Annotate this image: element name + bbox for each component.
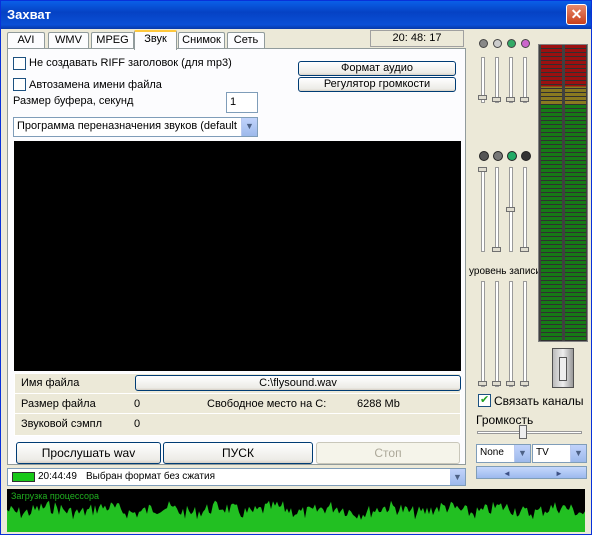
checkmark-icon: ✔	[480, 394, 490, 406]
clock-display: 20: 48: 17	[370, 30, 464, 47]
link-knob-handle	[559, 357, 567, 381]
slider-knob[interactable]	[520, 247, 529, 252]
file-info-box: Имя файла C:\flysound.wav Размер файла 0…	[14, 373, 461, 436]
filename-row: Имя файла C:\flysound.wav	[15, 374, 461, 394]
listen-wav-button[interactable]: Прослушать wav	[16, 442, 161, 464]
filesize-label: Размер файла	[21, 398, 96, 410]
sound-mapper-value: Программа переназначения звуков (default	[17, 120, 237, 132]
status-indicator	[12, 472, 35, 482]
audio-format-button[interactable]: Формат аудио	[298, 61, 456, 76]
link-channels-label: Связать каналы	[494, 394, 584, 408]
source-select-1-value: None	[480, 447, 504, 458]
sound-mapper-select[interactable]: Программа переназначения звуков (default…	[13, 117, 258, 137]
slider-knob[interactable]	[506, 381, 515, 386]
tab-sound[interactable]: Звук	[134, 30, 177, 50]
samples-row: Звуковой сэмпл 0	[15, 415, 460, 435]
cpu-load-label: Загрузка процессора	[11, 491, 99, 501]
mixer-channel-icon	[493, 151, 503, 161]
chevron-down-icon: ▼	[514, 445, 530, 462]
input-slider[interactable]	[495, 167, 499, 252]
autoreplace-checkbox[interactable]	[13, 78, 26, 91]
status-time: 20:44:49	[38, 471, 77, 482]
slider-knob[interactable]	[506, 97, 515, 102]
tab-network[interactable]: Сеть	[227, 32, 265, 49]
capture-window: Захват ✕ AVI WMV MPEG Звук Снимок Сеть 2…	[0, 0, 592, 535]
record-slider[interactable]	[523, 281, 527, 387]
master-volume-slider[interactable]	[477, 431, 582, 434]
mixer-channel-icon	[521, 151, 531, 161]
slider-knob[interactable]	[478, 381, 487, 386]
slider-knob[interactable]	[492, 247, 501, 252]
link-channels-checkbox[interactable]: ✔	[478, 394, 491, 407]
source-select-2-value: TV	[536, 447, 549, 458]
title-bar: Захват ✕	[1, 1, 591, 29]
scroll-bar[interactable]: ◄ ►	[476, 466, 587, 479]
record-level-label: уровень записи	[469, 266, 542, 277]
samples-label: Звуковой сэмпл	[21, 418, 103, 430]
chevron-down-icon[interactable]: ▼	[450, 469, 465, 485]
close-button[interactable]: ✕	[566, 4, 587, 25]
mixer-channel-icon	[507, 39, 516, 48]
vu-left-channel	[541, 45, 562, 341]
filename-label: Имя файла	[21, 377, 80, 389]
record-slider[interactable]	[509, 281, 513, 387]
no-riff-label: Не создавать RIFF заголовок (для mp3)	[29, 57, 232, 69]
link-knob[interactable]	[552, 348, 574, 388]
tab-avi[interactable]: AVI	[7, 32, 45, 49]
chevron-down-icon: ▼	[570, 445, 586, 462]
slider-knob[interactable]	[492, 97, 501, 102]
sound-tab-panel: Не создавать RIFF заголовок (для mp3) Ав…	[7, 48, 466, 465]
no-riff-checkbox[interactable]	[13, 57, 26, 70]
video-preview	[14, 141, 461, 371]
start-button[interactable]: ПУСК	[163, 442, 313, 464]
input-slider[interactable]	[481, 167, 485, 252]
window-title: Захват	[7, 7, 52, 22]
source-select-2[interactable]: TV ▼	[532, 444, 587, 463]
autoreplace-label: Автозамена имени файла	[29, 79, 162, 91]
stop-button[interactable]: Стоп	[316, 442, 460, 464]
freespace-value: 6288 Mb	[357, 398, 400, 410]
tab-mpeg[interactable]: MPEG	[91, 32, 134, 49]
slider-knob[interactable]	[520, 381, 529, 386]
tab-snapshot[interactable]: Снимок	[178, 32, 225, 49]
slider-knob[interactable]	[478, 95, 487, 100]
filesize-row: Размер файла 0 Свободное место на C: 628…	[15, 394, 460, 414]
cpu-load-graph: Загрузка процессора	[7, 489, 585, 532]
volume-control-button[interactable]: Регулятор громкости	[298, 77, 456, 92]
slider-knob[interactable]	[520, 97, 529, 102]
filesize-value: 0	[134, 398, 141, 410]
arrow-left-icon[interactable]: ◄	[503, 467, 511, 480]
slider-knob[interactable]	[478, 167, 487, 172]
freespace-label: Свободное место на C:	[207, 398, 327, 410]
mixer-channel-icon	[479, 39, 488, 48]
master-volume-knob[interactable]	[519, 425, 527, 439]
arrow-right-icon[interactable]: ►	[555, 467, 563, 480]
tab-wmv[interactable]: WMV	[48, 32, 89, 49]
buffer-label: Размер буфера, секунд	[13, 95, 134, 107]
source-select-1[interactable]: None ▼	[476, 444, 531, 463]
mixer-channel-icon	[521, 39, 530, 48]
status-bar[interactable]: 20:44:49 Выбран формат без сжатия ▼	[7, 468, 466, 486]
record-slider[interactable]	[495, 281, 499, 387]
chevron-down-icon: ▼	[241, 118, 257, 136]
mixer-channel-icon	[479, 151, 489, 161]
mixer-channel-icon	[507, 151, 517, 161]
buffer-input[interactable]: 1	[226, 92, 258, 113]
input-slider[interactable]	[523, 167, 527, 252]
filename-button[interactable]: C:\flysound.wav	[135, 375, 461, 391]
mixer-panel: уровень записи	[469, 37, 541, 437]
record-slider[interactable]	[481, 281, 485, 387]
slider-knob[interactable]	[506, 207, 515, 212]
status-message: Выбран формат без сжатия	[86, 471, 215, 482]
vu-meter	[538, 44, 588, 342]
slider-knob[interactable]	[492, 381, 501, 386]
vu-right-channel	[565, 45, 586, 341]
mixer-channel-icon	[493, 39, 502, 48]
samples-value: 0	[134, 418, 141, 430]
